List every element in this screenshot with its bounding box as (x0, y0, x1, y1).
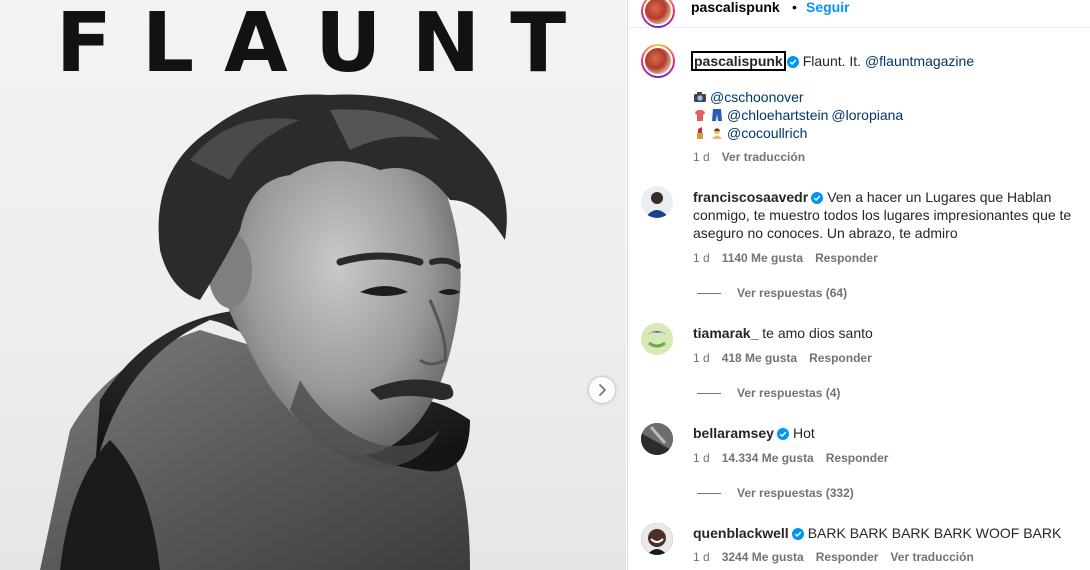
verified-badge-icon (791, 528, 804, 540)
reply-button[interactable]: Responder (809, 351, 872, 365)
caption-username[interactable]: pascalispunk (691, 51, 786, 71)
view-replies-label: Ver respuestas (332) (737, 486, 854, 500)
comment-text: tiamarak_ te amo dios santo (693, 324, 1083, 342)
reply-button[interactable]: Responder (815, 251, 878, 265)
comment-avatar[interactable] (641, 186, 673, 218)
next-image-button[interactable] (589, 377, 615, 403)
view-replies-button[interactable]: Ver respuestas (64) (697, 286, 847, 300)
comment-avatar[interactable] (641, 523, 673, 555)
credit-mention[interactable]: @cschoonover (710, 88, 804, 106)
post-header: pascalispunk • Seguir (628, 0, 1090, 28)
verified-badge-icon (786, 56, 799, 68)
comment-time[interactable]: 1 d (693, 251, 710, 265)
view-replies-button[interactable]: Ver respuestas (332) (697, 486, 854, 500)
translate-link[interactable]: Ver traducción (890, 550, 973, 564)
caption-translate-link[interactable]: Ver traducción (722, 150, 805, 164)
comment-avatar[interactable] (641, 423, 673, 455)
comment-text: quenblackwell BARK BARK BARK BARK WOOF BA… (693, 524, 1083, 542)
portrait-illustration (40, 94, 507, 570)
shirt-emoji-icon (695, 110, 705, 121)
caption-mention[interactable]: @flauntmagazine (865, 53, 974, 69)
caption-body: Flaunt. It. (802, 53, 862, 69)
view-replies-button[interactable]: Ver respuestas (4) (697, 386, 840, 400)
post-image[interactable]: FLAUNT (0, 0, 626, 570)
avatar-image (641, 523, 673, 555)
comment-time[interactable]: 1 d (693, 550, 710, 564)
comment-avatar[interactable] (641, 323, 673, 355)
comment-username[interactable]: tiamarak_ (693, 325, 758, 341)
comment-username[interactable]: quenblackwell (693, 525, 789, 541)
comment-meta: 1 d 14.334 Me gusta Responder (693, 451, 888, 465)
comments-panel: pascalispunk • Seguir pascalispunk Flaunt… (627, 0, 1090, 570)
verified-badge-icon (811, 192, 824, 204)
comment-text: bellaramsey Hot (693, 424, 1083, 442)
header-avatar[interactable] (641, 0, 675, 28)
instagram-post-view: FLAUNT pascalispunk • Seguir pascalispun… (0, 0, 1090, 570)
person-emoji-icon (712, 128, 722, 139)
header-separator: • (792, 0, 797, 15)
avatar-image (641, 423, 673, 455)
comment-meta: 1 d 1140 Me gusta Responder (693, 251, 878, 265)
chevron-right-icon (599, 384, 606, 396)
camera-emoji-icon (694, 92, 706, 102)
credit-mention[interactable]: @loropiana (831, 106, 903, 124)
comment-likes[interactable]: 3244 Me gusta (722, 550, 804, 564)
replies-divider (697, 392, 721, 394)
verified-badge-icon (776, 428, 789, 440)
comment-likes[interactable]: 1140 Me gusta (722, 251, 803, 265)
credit-line-photo: @cschoonover (693, 88, 804, 106)
comment-username[interactable]: bellaramsey (693, 425, 774, 441)
caption-avatar[interactable] (641, 44, 675, 78)
caption-time[interactable]: 1 d (693, 150, 710, 164)
replies-divider (697, 292, 721, 294)
avatar-image (641, 323, 673, 355)
comment-time[interactable]: 1 d (693, 451, 710, 465)
reply-button[interactable]: Responder (826, 451, 889, 465)
view-replies-label: Ver respuestas (4) (737, 386, 841, 400)
comment-text: franciscosaavedr Ven a hacer un Lugares q… (693, 188, 1083, 242)
comment-body: te amo dios santo (762, 325, 873, 341)
avatar-image (645, 192, 669, 218)
comment-likes[interactable]: 14.334 Me gusta (722, 451, 814, 465)
comment-likes[interactable]: 418 Me gusta (722, 351, 797, 365)
reply-button[interactable]: Responder (816, 550, 879, 564)
comment-body: BARK BARK BARK BARK WOOF BARK (807, 525, 1062, 541)
comment-meta: 1 d 418 Me gusta Responder (693, 351, 872, 365)
comment-username[interactable]: franciscosaavedr (693, 189, 808, 205)
follow-button[interactable]: Seguir (806, 0, 850, 15)
replies-divider (697, 492, 721, 494)
caption-text: pascalispunk Flaunt. It. @flauntmagazine (691, 51, 1083, 71)
comment-time[interactable]: 1 d (693, 351, 710, 365)
comment-body: Hot (792, 425, 815, 441)
comment-meta: 1 d 3244 Me gusta Responder Ver traducci… (693, 550, 974, 564)
header-username[interactable]: pascalispunk (691, 0, 780, 15)
caption-meta: 1 d Ver traducción (693, 150, 805, 164)
view-replies-label: Ver respuestas (64) (737, 286, 848, 300)
lipstick-emoji-icon (697, 127, 703, 139)
credit-mention[interactable]: @chloehartstein (727, 106, 828, 124)
jeans-emoji-icon (712, 109, 722, 121)
credit-mention[interactable]: @cocoullrich (727, 124, 807, 142)
credit-line-styling: @chloehartstein @loropiana (693, 106, 903, 124)
credit-line-makeup: @cocoullrich (693, 124, 807, 142)
